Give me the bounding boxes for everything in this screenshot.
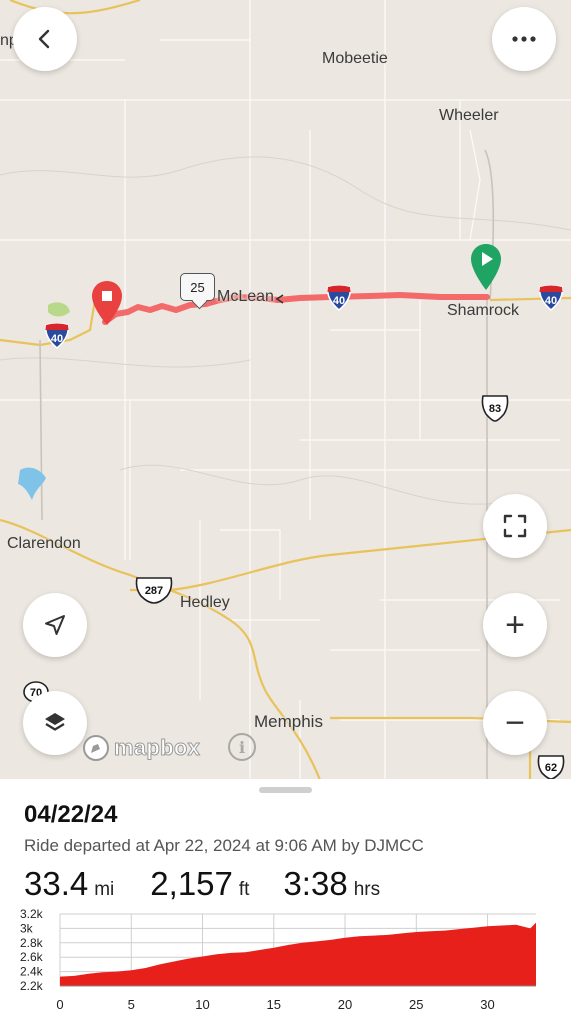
svg-text:40: 40 — [333, 295, 345, 307]
duration-unit: hrs — [353, 879, 381, 900]
us-83-shield: 83 — [481, 395, 509, 422]
minus-icon: − — [505, 704, 525, 742]
fullscreen-icon — [503, 514, 527, 538]
y-tick-label: 2.2k — [20, 979, 44, 993]
x-tick-label: 20 — [338, 997, 352, 1012]
locate-button[interactable] — [23, 593, 87, 657]
back-button[interactable] — [13, 7, 77, 71]
interstate-40-shield: 40 — [538, 285, 564, 311]
duration-stat: 3:38 hrs — [283, 865, 380, 903]
more-options-button[interactable] — [492, 7, 556, 71]
x-tick-label: 10 — [195, 997, 209, 1012]
mile-marker-label: 25 — [180, 273, 215, 301]
ride-title: 04/22/24 — [24, 801, 118, 828]
elevation-chart[interactable]: 3.2k3k2.8k2.6k2.4k2.2k 0 5 10 15 20 25 30 — [0, 907, 571, 1024]
navigation-arrow-icon — [45, 615, 65, 635]
place-label-mobeetie: Mobeetie — [322, 50, 388, 67]
more-dots-icon — [512, 36, 536, 42]
distance-value: 33.4 — [24, 865, 89, 902]
end-pin-icon[interactable] — [91, 280, 123, 326]
route-line — [102, 292, 490, 325]
distance-unit: mi — [94, 879, 115, 900]
y-tick-label: 2.6k — [20, 950, 44, 964]
svg-text:40: 40 — [545, 295, 557, 307]
y-tick-label: 3.2k — [20, 907, 44, 921]
place-label-wheeler: Wheeler — [439, 107, 499, 124]
svg-text:62: 62 — [545, 762, 557, 774]
svg-text:287: 287 — [145, 585, 163, 597]
us-62-shield: 62 — [537, 755, 565, 780]
distance-stat: 33.4 mi — [24, 865, 114, 903]
back-arrow-icon — [38, 29, 50, 49]
x-tick-label: 15 — [267, 997, 281, 1012]
ride-stats: 33.4 mi 2,157 ft 3:38 hrs — [24, 865, 410, 903]
fullscreen-button[interactable] — [483, 494, 547, 558]
elevation-unit: ft — [238, 879, 250, 900]
elevation-stat: 2,157 ft — [150, 865, 249, 903]
place-label-clarendon: Clarendon — [7, 535, 81, 552]
x-tick-label: 5 — [128, 997, 135, 1012]
plus-icon: + — [505, 606, 525, 644]
drag-handle[interactable] — [259, 787, 312, 793]
x-tick-label: 30 — [480, 997, 494, 1012]
ride-subtitle: Ride departed at Apr 22, 2024 at 9:06 AM… — [24, 836, 424, 855]
y-tick-label: 2.4k — [20, 965, 44, 979]
mapbox-attribution[interactable]: mapbox — [82, 734, 200, 762]
x-tick-label: 25 — [409, 997, 423, 1012]
svg-text:83: 83 — [489, 403, 501, 415]
elevation-value: 2,157 — [150, 865, 233, 902]
ride-summary-sheet: 04/22/24 Ride departed at Apr 22, 2024 a… — [0, 779, 571, 1024]
interstate-40-shield: 40 — [326, 285, 352, 311]
y-tick-label: 2.8k — [20, 936, 44, 950]
interstate-40-shield: 40 — [44, 323, 70, 349]
duration-value: 3:38 — [283, 865, 348, 902]
place-label-hedley: Hedley — [180, 594, 230, 611]
x-tick-label: 0 — [56, 997, 63, 1012]
place-label-memphis: Memphis — [254, 712, 323, 731]
layers-button[interactable] — [23, 691, 87, 755]
start-pin-icon[interactable] — [470, 243, 502, 291]
us-287-shield: 287 — [135, 577, 173, 604]
place-label-mclean: McLean — [217, 288, 274, 305]
mapbox-logo-icon — [83, 735, 109, 761]
place-label-shamrock: Shamrock — [447, 302, 520, 319]
zoom-out-button[interactable]: − — [483, 691, 547, 755]
zoom-in-button[interactable]: + — [483, 593, 547, 657]
y-tick-label: 3k — [20, 921, 34, 935]
svg-text:40: 40 — [51, 333, 63, 345]
layers-icon — [45, 713, 65, 731]
mapbox-wordmark: mapbox — [113, 735, 201, 761]
map-view[interactable]: np Mobeetie Wheeler McLean Shamrock Clar… — [0, 0, 571, 780]
info-icon[interactable]: i — [228, 733, 256, 761]
